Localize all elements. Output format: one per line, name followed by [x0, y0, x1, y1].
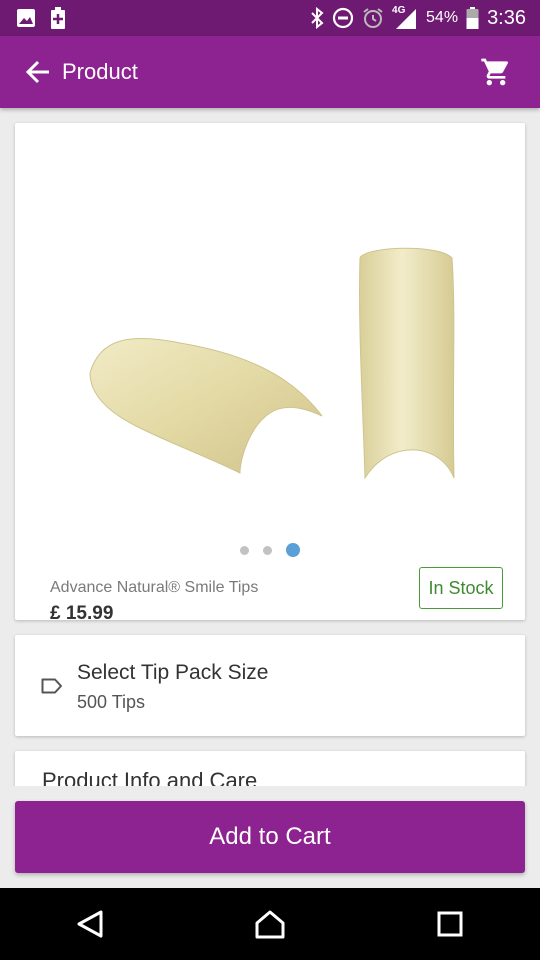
battery-saver-icon	[50, 7, 66, 29]
add-to-cart-button[interactable]: Add to Cart	[15, 801, 525, 873]
product-name: Advance Natural® Smile Tips	[50, 579, 259, 596]
gallery-dot[interactable]	[263, 545, 272, 555]
battery-icon	[466, 7, 479, 29]
product-image	[89, 247, 455, 480]
option-title: Select Tip Pack Size	[77, 661, 269, 684]
clock: 3:36	[487, 6, 526, 29]
app-bar: Product	[0, 36, 540, 108]
gallery-dot-active[interactable]	[286, 543, 300, 557]
product-content[interactable]: Advance Natural® Smile Tips £ 15.99 In S…	[0, 108, 540, 786]
battery-percent: 54%	[426, 9, 459, 26]
option-value: 500 Tips	[77, 692, 146, 712]
do-not-disturb-icon	[332, 7, 354, 29]
tag-icon	[41, 678, 63, 694]
product-card: Advance Natural® Smile Tips £ 15.99 In S…	[15, 123, 525, 624]
status-left	[0, 7, 66, 29]
home-icon	[254, 909, 286, 939]
info-title: Product Info and Care	[42, 768, 258, 786]
page-title: Product	[62, 59, 138, 84]
select-tip-pack-size[interactable]: Select Tip Pack Size 500 Tips	[15, 635, 525, 736]
signal-icon: 4G	[392, 5, 418, 29]
system-nav-bar	[0, 888, 540, 960]
cart-button[interactable]	[474, 50, 518, 94]
nav-home-button[interactable]	[230, 894, 310, 954]
image-icon	[16, 8, 36, 28]
recents-icon	[437, 911, 463, 937]
back-button[interactable]	[14, 48, 62, 96]
arrow-left-icon	[25, 59, 51, 85]
bluetooth-icon	[310, 7, 324, 29]
nav-recents-button[interactable]	[410, 894, 490, 954]
back-triangle-icon	[76, 909, 104, 939]
gallery-indicator[interactable]	[15, 543, 525, 557]
gallery-dot[interactable]	[240, 545, 249, 555]
status-bar: 4G 54% 3:36	[0, 0, 540, 36]
stock-status-badge: In Stock	[419, 567, 503, 609]
alarm-icon	[362, 7, 384, 29]
nav-back-button[interactable]	[50, 894, 130, 954]
shopping-cart-icon	[480, 56, 512, 88]
bottom-action-area: Add to Cart	[0, 786, 540, 888]
product-info-card[interactable]: Product Info and Care	[15, 751, 525, 786]
product-price: £ 15.99	[50, 603, 114, 624]
product-image-gallery[interactable]	[15, 123, 525, 563]
status-right: 4G 54% 3:36	[310, 5, 540, 30]
